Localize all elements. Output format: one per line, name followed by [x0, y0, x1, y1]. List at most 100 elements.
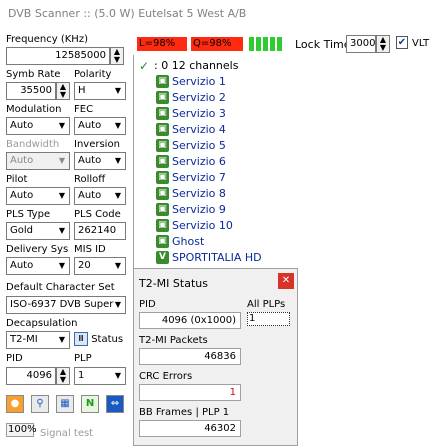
level-bar: L=98%: [137, 37, 187, 51]
channel-name: SPORTITALIA HD: [172, 251, 262, 264]
pilot-select[interactable]: Auto ▼: [6, 187, 70, 205]
bandwidth-select: Auto ▼: [6, 152, 70, 170]
chevron-down-icon: ▼: [58, 226, 66, 235]
all-plps-label: All PLPs: [247, 299, 286, 310]
signal-segment: [249, 37, 254, 51]
close-icon[interactable]: ✕: [278, 273, 294, 289]
chart-icon[interactable]: ▦: [56, 395, 74, 413]
frequency-input[interactable]: 12585000: [6, 47, 110, 65]
channel-name: Servizio 6: [172, 155, 226, 168]
charset-select[interactable]: ISO-6937 DVB Super ▼: [6, 296, 126, 314]
frequency-spinner[interactable]: ▲ ▼: [110, 47, 124, 65]
tv-channel-icon: ▣: [156, 203, 169, 216]
pid-spinner[interactable]: ▲ ▼: [56, 367, 70, 385]
tv-channel-icon: ▣: [156, 187, 169, 200]
nit-icon[interactable]: N: [81, 395, 99, 413]
lock-time-input[interactable]: 3000: [346, 35, 376, 53]
delivery-sys-select[interactable]: Auto ▼: [6, 257, 70, 275]
t2mi-pid-value: 4096 (0x1000): [139, 312, 241, 329]
channel-name: Servizio 4: [172, 123, 226, 136]
status-icon: Ⅲ: [74, 332, 88, 346]
lock-time-spinner[interactable]: ▲ ▼: [376, 35, 390, 53]
pls-type-select[interactable]: Gold ▼: [6, 222, 70, 240]
signal-segment: [263, 37, 268, 51]
symbol-rate-input[interactable]: 35500: [6, 82, 56, 100]
pls-type-label: PLS Type: [6, 209, 51, 220]
fec-select[interactable]: Auto ▼: [74, 117, 126, 135]
rolloff-label: Rolloff: [74, 174, 106, 185]
pid-label: PID: [6, 353, 23, 364]
chevron-down-icon: ▼: [58, 156, 66, 165]
decapsulation-select[interactable]: T2-MI ▼: [6, 331, 70, 349]
v-channel-icon: V: [156, 251, 169, 264]
vlt-label: VLT: [412, 38, 430, 49]
chevron-down-icon: ▼: [58, 261, 66, 270]
tv-channel-icon: ▣: [156, 75, 169, 88]
all-plps-list[interactable]: 1: [247, 312, 290, 326]
t2mi-pid-label: PID: [139, 299, 156, 310]
symbol-rate-label: Symb Rate: [6, 69, 61, 80]
zoom-box[interactable]: 100%: [6, 423, 37, 437]
tv-channel-icon: ▣: [156, 219, 169, 232]
bb-frames-value: 46302: [139, 420, 241, 437]
chevron-down-icon: ▼: [114, 86, 122, 95]
quality-bar: Q=98%: [191, 37, 243, 51]
symbol-rate-spinner[interactable]: ▲ ▼: [56, 82, 70, 100]
channel-name: Servizio 5: [172, 139, 226, 152]
chevron-down-icon: ▼: [58, 335, 66, 344]
mis-id-label: MIS ID: [74, 244, 106, 255]
pid-input[interactable]: 4096: [6, 367, 56, 385]
window-title: DVB Scanner :: (5.0 W) Eutelsat 5 West A…: [0, 0, 433, 29]
inversion-label: Inversion: [74, 139, 120, 150]
t2mi-packets-label: T2-MI Packets: [139, 335, 208, 346]
fec-label: FEC: [74, 104, 94, 115]
tv-channel-icon: ▣: [156, 171, 169, 184]
signal-segment: [256, 37, 261, 51]
chevron-down-icon: ▼: [114, 371, 122, 380]
export-icon[interactable]: ⇔: [106, 395, 124, 413]
pls-code-input[interactable]: 262140: [74, 222, 126, 240]
scan-icon[interactable]: ●: [6, 395, 24, 413]
delivery-sys-label: Delivery Sys: [6, 244, 69, 255]
channel-name: Ghost: [172, 235, 205, 248]
tv-channel-icon: ▣: [156, 123, 169, 136]
bandwidth-label: Bandwidth: [6, 139, 60, 150]
channel-name: Servizio 9: [172, 203, 226, 216]
chevron-down-icon: ▼: [58, 191, 66, 200]
bb-frames-label: BB Frames | PLP 1: [139, 407, 230, 418]
channel-name: Servizio 8: [172, 187, 226, 200]
status-button[interactable]: Ⅲ Status: [74, 331, 128, 349]
inversion-select[interactable]: Auto ▼: [74, 152, 126, 170]
rolloff-select[interactable]: Auto ▼: [74, 187, 126, 205]
vlt-checkbox[interactable]: ✔: [396, 36, 408, 49]
crc-errors-label: CRC Errors: [139, 371, 193, 382]
level-text: L=98%: [139, 38, 176, 49]
pilot-label: Pilot: [6, 174, 28, 185]
lock-time-label: Lock Time: [295, 38, 351, 51]
quality-text: Q=98%: [193, 38, 232, 49]
tv-channel-icon: ▣: [156, 155, 169, 168]
check-icon: ✓: [139, 59, 150, 73]
channel-name: Servizio 10: [172, 219, 233, 232]
chevron-down-icon: ▼: [114, 121, 122, 130]
chevron-down-icon: ▼: [114, 191, 122, 200]
modulation-select[interactable]: Auto ▼: [6, 117, 70, 135]
tv-channel-icon: ▣: [156, 91, 169, 104]
channel-name: Servizio 1: [172, 75, 226, 88]
status-button-label: Status: [91, 334, 124, 345]
t2mi-status-window: T2-MI Status ✕ PID All PLPs 4096 (0x1000…: [133, 268, 298, 446]
polarity-label: Polarity: [74, 69, 112, 80]
charset-label: Default Character Set: [6, 282, 115, 293]
channel-name: Servizio 7: [172, 171, 226, 184]
tv-channel-icon: ▣: [156, 235, 169, 248]
modulation-label: Modulation: [6, 104, 62, 115]
polarity-select[interactable]: H ▼: [74, 82, 126, 100]
search-icon[interactable]: ⚲: [31, 395, 49, 413]
t2mi-title: T2-MI Status: [139, 277, 208, 290]
plp-select[interactable]: 1 ▼: [74, 367, 126, 385]
chevron-down-icon: ▼: [114, 300, 122, 309]
pls-code-label: PLS Code: [74, 209, 121, 220]
decapsulation-label: Decapsulation: [6, 318, 78, 329]
channel-name: Servizio 3: [172, 107, 226, 120]
mis-id-select[interactable]: 20 ▼: [74, 257, 126, 275]
